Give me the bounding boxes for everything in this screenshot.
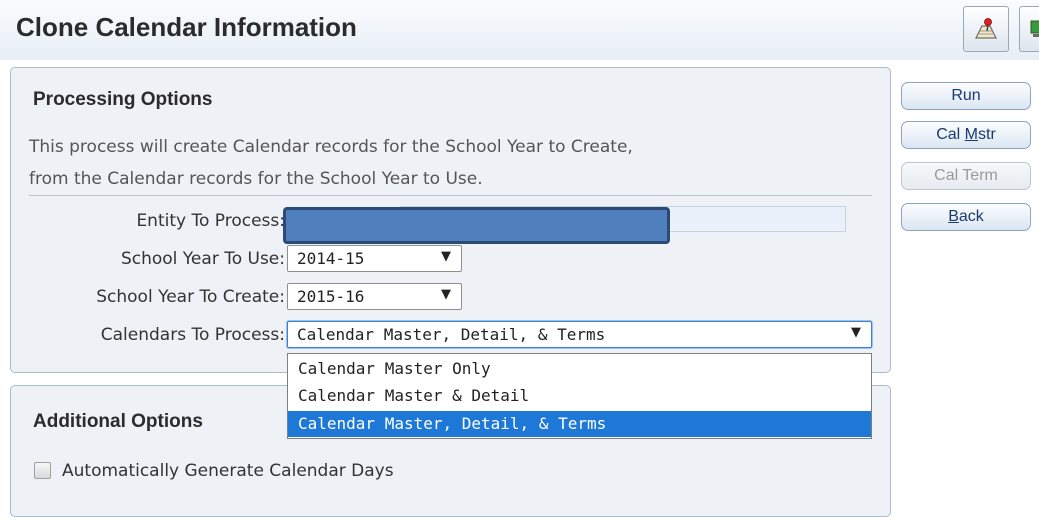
divider [29, 195, 872, 196]
dropdown-option[interactable]: Calendar Master & Detail [288, 383, 871, 409]
description-line-2: from the Calendar records for the School… [29, 169, 483, 189]
run-button[interactable]: Run [901, 82, 1031, 110]
entity-label: Entity To Process: [136, 211, 285, 231]
chevron-down-icon: ▼ [441, 249, 451, 264]
monitor-button[interactable] [1019, 6, 1039, 52]
monitor-icon [1030, 20, 1039, 37]
map-pin-icon [975, 18, 997, 39]
auto-generate-checkbox[interactable] [34, 462, 51, 479]
calendars-label: Calendars To Process: [100, 325, 285, 345]
calendars-dropdown-list: Calendar Master Only Calendar Master & D… [287, 353, 872, 439]
cal-mstr-button[interactable]: Cal Mstr [901, 121, 1031, 149]
school-year-use-value: 2014-15 [297, 249, 365, 268]
processing-options-title: Processing Options [33, 89, 213, 110]
year-create-label: School Year To Create: [96, 287, 285, 307]
back-button[interactable]: Back [901, 203, 1031, 231]
map-button[interactable] [963, 6, 1009, 52]
school-year-create-value: 2015-16 [297, 287, 365, 306]
year-use-label: School Year To Use: [120, 249, 285, 269]
auto-generate-label: Automatically Generate Calendar Days [62, 461, 394, 481]
dropdown-option-selected[interactable]: Calendar Master, Detail, & Terms [288, 411, 871, 437]
calendars-value: Calendar Master, Detail, & Terms [297, 325, 606, 344]
page-title: Clone Calendar Information [16, 12, 357, 42]
school-year-use-select[interactable]: 2014-15 ▼ [287, 245, 462, 272]
cal-term-button[interactable]: Cal Term [901, 162, 1031, 190]
title-bar: Clone Calendar Information [0, 0, 1039, 60]
calendars-select[interactable]: Calendar Master, Detail, & Terms ▼ [287, 321, 872, 348]
redaction-box [283, 207, 670, 244]
description-line-1: This process will create Calendar record… [29, 137, 633, 157]
chevron-down-icon: ▼ [851, 325, 861, 340]
dropdown-option[interactable]: Calendar Master Only [288, 356, 871, 382]
additional-options-title: Additional Options [33, 411, 203, 432]
chevron-down-icon: ▼ [441, 287, 451, 302]
school-year-create-select[interactable]: 2015-16 ▼ [287, 283, 462, 310]
